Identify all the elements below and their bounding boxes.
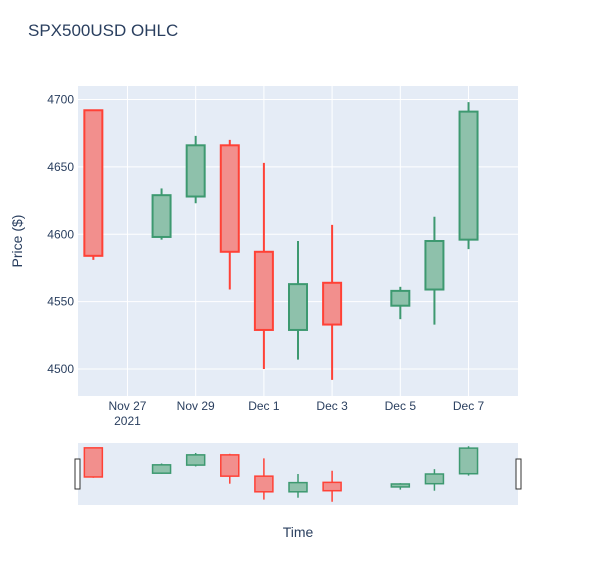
x-tick-label: Dec 1	[248, 399, 280, 413]
rangeslider-right-handle[interactable]	[515, 458, 522, 490]
candle-body	[424, 240, 445, 291]
x-tick-label: Dec 7	[453, 399, 485, 413]
candle-mini	[458, 446, 479, 476]
candle-mini	[83, 447, 104, 478]
candle-body	[254, 475, 274, 493]
chart-title: SPX500USD OHLC	[28, 21, 178, 40]
rangeslider-left-handle[interactable]	[74, 458, 81, 490]
y-tick-label: 4500	[47, 362, 74, 376]
x-axis-title: Time	[283, 524, 314, 540]
candle	[458, 102, 479, 250]
x-tick-label: Nov 27	[108, 399, 146, 413]
candle-body	[458, 110, 479, 241]
candle-body	[288, 481, 308, 493]
candle	[83, 109, 104, 260]
x-tick-label: Nov 29	[177, 399, 215, 413]
y-tick-label: 4550	[47, 295, 74, 309]
candle-body	[219, 144, 240, 253]
y-axis-title: Price ($)	[9, 215, 25, 268]
candle-body	[151, 194, 172, 238]
candle	[185, 135, 206, 204]
candlestick-chart: SPX500USD OHLC 4500 4550 4600 4650 4700 Nov 27…	[0, 0, 596, 564]
y-tick-label: 4650	[47, 160, 74, 174]
chart-svg: SPX500USD OHLC 4500 4550 4600 4650 4700 Nov 27…	[9, 21, 522, 540]
candle-body	[185, 144, 206, 198]
candle	[151, 188, 172, 240]
candle-body	[151, 464, 172, 474]
candle-body	[390, 289, 411, 307]
candle-body	[83, 447, 104, 478]
candle-body	[253, 250, 274, 331]
candle-body	[220, 454, 240, 477]
candle-mini	[185, 452, 206, 467]
candle-body	[288, 283, 308, 331]
candle-body	[390, 483, 411, 488]
x-tick-label: Dec 5	[385, 399, 417, 413]
candle-body	[458, 447, 479, 475]
candle-body	[83, 109, 104, 257]
candle-body	[322, 481, 342, 492]
x-tick-label: Dec 3	[316, 399, 348, 413]
y-tick-label: 4600	[47, 227, 74, 241]
candle-body	[322, 281, 343, 326]
candle-mini	[151, 463, 172, 474]
candle-body	[185, 454, 206, 466]
x-tick-sublabel: 2021	[114, 414, 141, 428]
y-tick-label: 4700	[47, 92, 74, 106]
candle-body	[424, 473, 445, 485]
